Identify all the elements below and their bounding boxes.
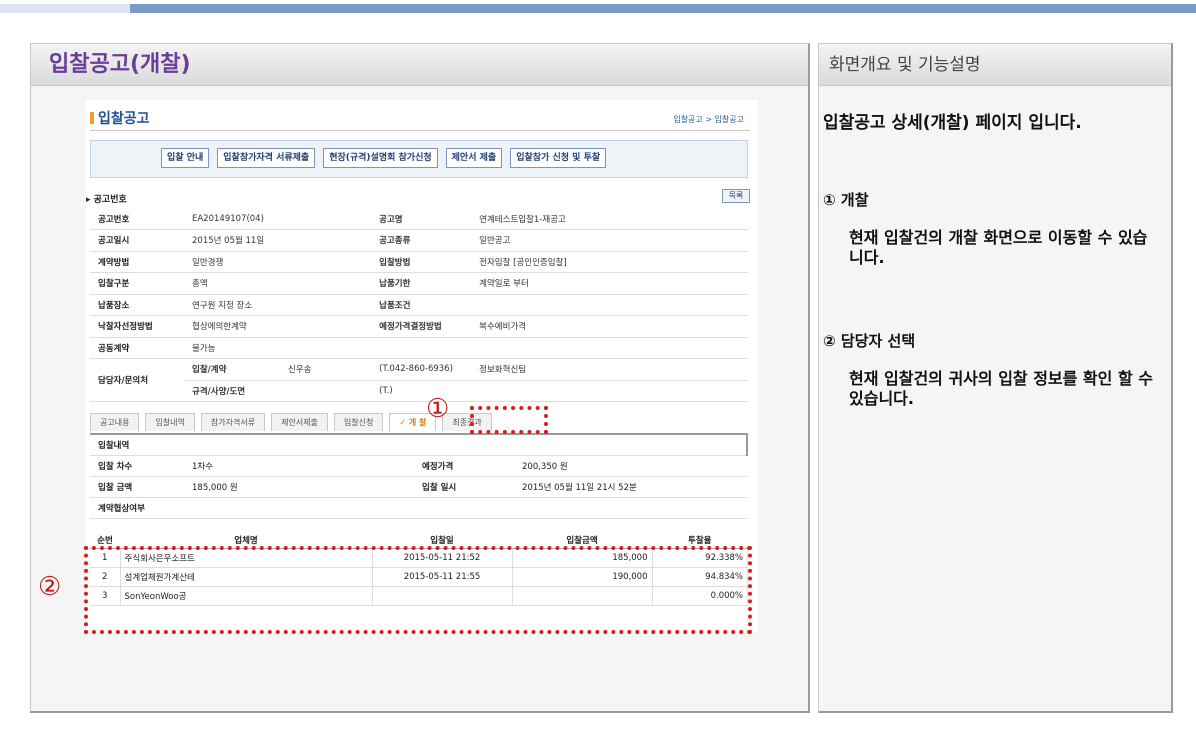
right-panel: 화면개요 및 기능설명 입찰공고 상세(개찰) 페이지 입니다. ① 개찰 현재…: [818, 43, 1173, 713]
section-desc-2: 현재 입찰건의 귀사의 입찰 정보를 확인 할 수 있습니다.: [849, 369, 1153, 408]
field-value: 일반공고: [471, 229, 748, 252]
field-value: 총액: [184, 272, 372, 295]
field-value: 2015년 05월 11일: [184, 229, 372, 252]
table-row: 담당자/문의처 입찰/계약 신우송 (T.042-860-6936) 정보화혁신팀: [90, 358, 748, 402]
tab-bid-apply[interactable]: 입찰신청: [333, 413, 384, 431]
field-value: 185,000 원: [184, 476, 414, 498]
bid-apply-button[interactable]: 입찰참가 신청 및 투찰: [510, 148, 607, 168]
field-value: 계약일로 부터: [471, 272, 748, 295]
highlight-results-table: [84, 546, 752, 634]
field-value: 불가능: [184, 337, 372, 359]
contact-dept: 정보화혁신팀: [471, 358, 748, 381]
contact-phone: (T.042-860-6936): [371, 358, 472, 381]
page-title: 입찰공고(개찰): [31, 44, 808, 86]
section-title-2: ② 담당자 선택: [823, 332, 916, 350]
table-row: 납품장소 연구원 지정 장소 납품조건: [90, 294, 748, 316]
field-value: 200,350 원: [514, 455, 747, 477]
table-row: 낙찰자선정방법 협상에의한계약 예정가격결정방법 복수예비가격: [90, 315, 748, 338]
title-bar-icon: [90, 112, 94, 124]
field-label: 입찰구분: [90, 272, 184, 295]
breadcrumb[interactable]: 입찰공고 > 입찰공고: [673, 114, 744, 125]
table-row: 입찰 차수 1차수 예정가격 200,350 원: [90, 455, 747, 477]
marker-1: ①: [426, 394, 450, 424]
contact-sub-label: 입찰/계약: [184, 358, 280, 381]
intro-text: 입찰공고 상세(개찰) 페이지 입니다.: [823, 113, 1082, 133]
table-row: 입찰구분 총액 납품기한 계약일로 부터: [90, 272, 748, 295]
field-value: 복수예비가격: [471, 315, 748, 338]
table-row: 계약방법 일반경쟁 입찰방법 전자입찰 [공인인증입찰]: [90, 251, 748, 273]
field-label: 공고명: [371, 208, 472, 230]
notice-info-table: 공고번호 EA20149107(04) 공고명 연계테스트입찰1-재공고 공고일시 20…: [90, 208, 748, 402]
contact-name: 신우송: [280, 358, 372, 381]
screen-title: 입찰공고: [90, 108, 150, 128]
field-label: 예정가격: [414, 455, 514, 477]
section-title-1: ① 개찰: [823, 191, 869, 209]
contact-sub-label: 규격/사양/도면: [184, 380, 280, 402]
table-row: 규격/사양/도면 (T.): [90, 380, 748, 402]
table-row: 공고번호 EA20149107(04) 공고명 연계테스트입찰1-재공고: [90, 208, 748, 230]
field-label: 입찰방법: [371, 251, 472, 273]
field-value: 2015년 05월 11일 21시 52분: [514, 476, 747, 498]
field-label: 계약방법: [90, 251, 184, 273]
field-label: 납품조건: [371, 294, 472, 316]
description-body: 입찰공고 상세(개찰) 페이지 입니다. ① 개찰 현재 입찰건의 개찰 화면으…: [819, 86, 1171, 409]
field-label: 공고종류: [371, 229, 472, 252]
field-label: 예정가격결정방법: [371, 315, 472, 338]
field-value: 일반경쟁: [184, 251, 372, 273]
tab-proposal-submit[interactable]: 제안서제출: [271, 413, 328, 431]
table-row: 입찰내역: [90, 434, 748, 456]
top-accent-bar: [0, 4, 1196, 13]
marker-2: ②: [38, 572, 62, 602]
contact-phone: (T.): [371, 380, 472, 402]
contact-name: [280, 380, 372, 402]
field-label: 입찰 금액: [90, 476, 184, 498]
top-accent-light: [0, 4, 130, 13]
field-label: 계약협상여부: [90, 497, 184, 519]
field-label: 입찰 일시: [414, 476, 514, 498]
screen-title-text: 입찰공고: [98, 111, 150, 127]
field-value: 연구원 지정 장소: [184, 294, 372, 316]
table-row: 입찰 금액 185,000 원 입찰 일시 2015년 05월 11일 21시 52분: [90, 476, 747, 498]
field-label: 공고번호: [90, 208, 184, 230]
table-row: 공동계약 불가능: [90, 337, 748, 359]
table-row: 공고일시 2015년 05월 11일 공고종류 일반공고: [90, 229, 748, 252]
field-label: 납품기한: [371, 272, 472, 295]
field-value: [471, 337, 748, 359]
tab-notice-content[interactable]: 공고내용: [90, 413, 140, 431]
bid-detail-table: 입찰내역 입찰 차수 1차수 예정가격 200,350 원 입찰 금액 185,000 …: [90, 433, 748, 519]
field-label: 공고일시: [90, 229, 184, 252]
field-label: 공동계약: [90, 337, 184, 359]
field-label: 담당자/문의처: [90, 358, 184, 402]
field-value: 전자입찰 [공인인증입찰]: [471, 251, 748, 273]
field-value: [471, 294, 748, 316]
field-value: 협상에의한계약: [184, 315, 372, 338]
proposal-submit-button[interactable]: 제안서 제출: [445, 148, 503, 168]
field-label: [371, 337, 472, 359]
field-value: 1차수: [184, 455, 414, 477]
action-button-bar: 입찰 안내 입찰참가자격 서류제출 현장(규격)설명회 참가신청 제안서 제출 …: [90, 140, 748, 178]
list-button[interactable]: 목록: [722, 189, 750, 203]
right-panel-title: 화면개요 및 기능설명: [819, 44, 1171, 86]
field-label: 납품장소: [90, 294, 184, 316]
section-label: ▸ 공고번호: [86, 195, 127, 205]
field-value: [184, 497, 747, 519]
bid-detail-header: 입찰내역: [90, 434, 748, 456]
tab-qualification-docs[interactable]: 참가자격서류: [200, 413, 266, 431]
field-label: 입찰 차수: [90, 455, 184, 477]
section-desc-1: 현재 입찰건의 개찰 화면으로 이동할 수 있습니다.: [849, 228, 1148, 267]
contact-dept: [471, 380, 748, 402]
field-label: 낙찰자선정방법: [90, 315, 184, 338]
qualification-submit-button[interactable]: 입찰참가자격 서류제출: [217, 148, 316, 168]
table-row: 계약협상여부: [90, 497, 747, 519]
briefing-register-button[interactable]: 현장(규격)설명회 참가신청: [323, 148, 438, 168]
field-value: EA20149107(04): [184, 208, 372, 230]
highlight-opening-tab: [470, 406, 548, 434]
tab-bid-history[interactable]: 입찰내역: [145, 413, 195, 431]
bid-guide-button[interactable]: 입찰 안내: [161, 148, 210, 168]
title-divider: [90, 130, 750, 131]
field-value: 연계테스트입찰1-재공고: [471, 208, 748, 230]
